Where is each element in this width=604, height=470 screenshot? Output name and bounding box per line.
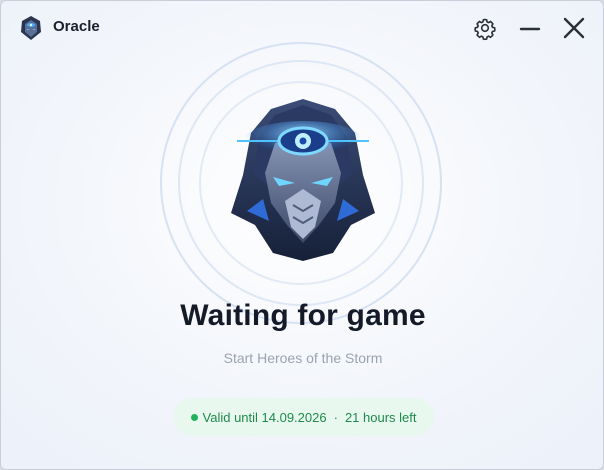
close-button[interactable] — [560, 14, 588, 42]
minimize-button[interactable] — [516, 14, 544, 42]
window-title: Oracle — [53, 18, 100, 35]
license-badge: Valid until 14.09.2026 · 21 hours left — [173, 398, 434, 436]
license-valid-text: Valid until 14.09.2026 — [202, 409, 327, 425]
license-remaining-text: 21 hours left — [344, 409, 417, 425]
hooded-guardian-emblem — [231, 99, 375, 261]
license-separator: · — [333, 409, 338, 425]
settings-button[interactable] — [471, 14, 499, 42]
status-title: Waiting for game — [180, 299, 426, 332]
status-dot-icon — [190, 413, 198, 421]
app-window: Oracle Waiting for game Start Heroes of … — [0, 0, 604, 470]
gear-icon — [474, 18, 496, 41]
close-icon — [563, 17, 585, 39]
hooded-guardian-logo-icon — [21, 16, 41, 40]
status-subtitle: Start Heroes of the Storm — [223, 350, 383, 366]
title-bar: Oracle — [1, 1, 603, 55]
minimize-icon — [519, 27, 541, 31]
